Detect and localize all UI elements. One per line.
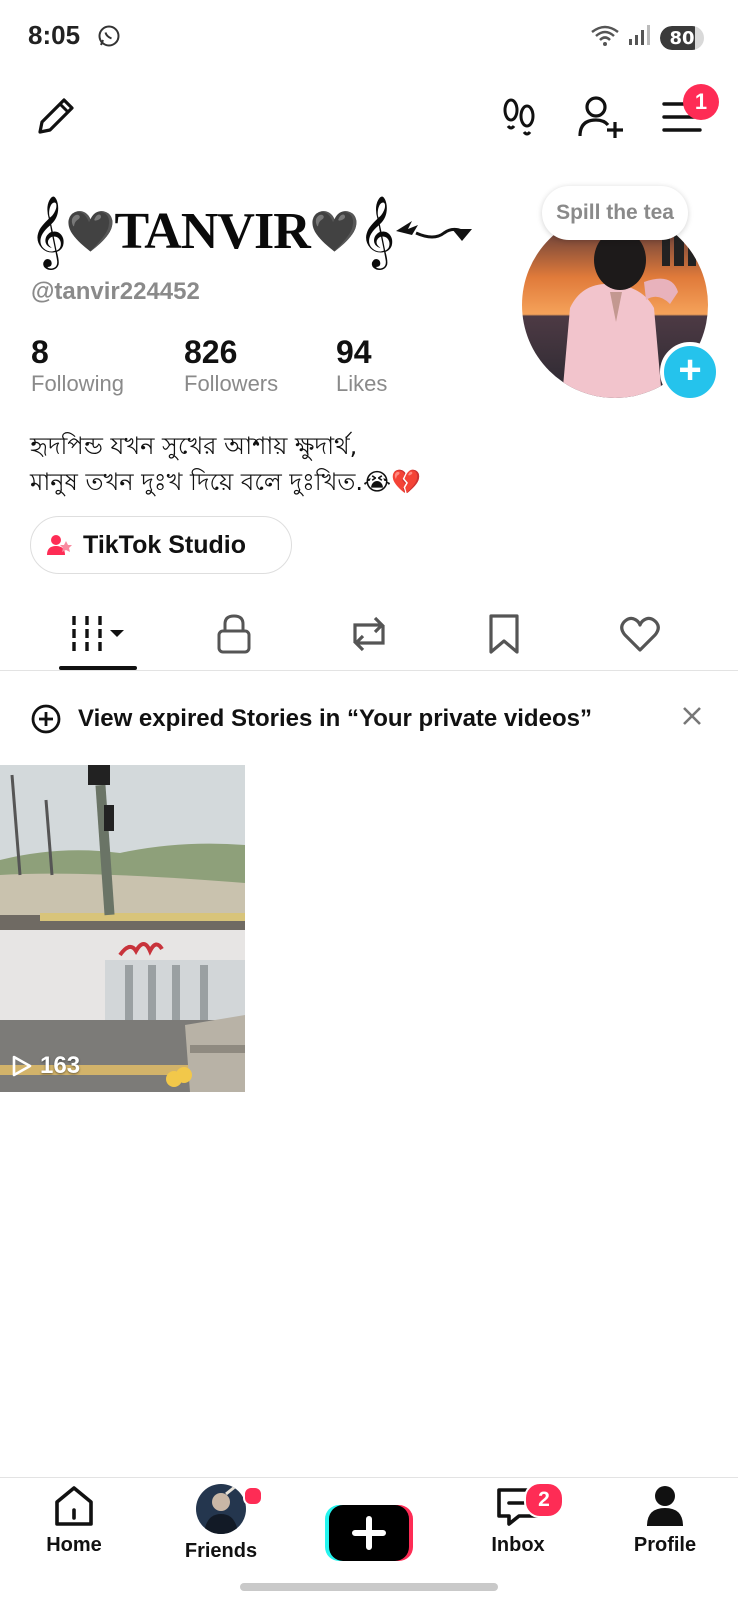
treble-clef-icon: 𝄞	[30, 194, 67, 267]
notice-text: View expired Stories in “Your private vi…	[78, 705, 592, 732]
videos-grid-icon	[72, 616, 124, 652]
black-heart-emoji: 🖤	[65, 208, 116, 255]
menu-notification-badge: 1	[683, 84, 719, 120]
add-user-icon[interactable]	[578, 94, 626, 145]
likes-label: Likes	[336, 371, 388, 396]
battery-level: 80	[669, 28, 695, 49]
nav-profile-label: Profile	[633, 1534, 697, 1556]
username: @tanvir224452	[31, 278, 200, 305]
tab-videos[interactable]	[58, 606, 138, 662]
tab-private[interactable]	[194, 606, 274, 662]
view-count: 163	[12, 1052, 80, 1080]
footprints-icon[interactable]	[500, 96, 540, 141]
note-bubble[interactable]: Spill the tea	[542, 186, 688, 240]
close-icon[interactable]	[682, 706, 702, 731]
heart-icon	[620, 616, 660, 652]
whatsapp-icon	[97, 24, 121, 53]
wifi-icon	[590, 24, 620, 53]
studio-label: TikTok Studio	[83, 530, 246, 559]
stat-likes[interactable]: 94 Likes	[336, 334, 387, 397]
create-button[interactable]	[325, 1505, 413, 1561]
account-switch-caret-icon[interactable]	[452, 228, 472, 246]
bio-line: হৃদপিন্ড যখন সুখের আশায় ক্ষুদার্থ,	[30, 432, 358, 460]
tab-liked[interactable]	[600, 606, 680, 662]
home-icon	[55, 1486, 93, 1526]
status-time: 8:05	[28, 20, 81, 50]
following-label: Following	[31, 371, 124, 396]
nav-friends-label: Friends	[184, 1540, 258, 1562]
plus-icon	[325, 1505, 413, 1561]
studio-icon	[47, 535, 72, 555]
profile-icon	[647, 1486, 683, 1526]
followers-label: Followers	[184, 371, 279, 396]
black-heart-emoji: 🖤	[309, 208, 360, 255]
inbox-badge: 2	[524, 1482, 564, 1518]
nav-profile[interactable]: Profile	[605, 1484, 725, 1557]
nav-inbox-label: Inbox	[491, 1534, 545, 1556]
display-name: 𝄞 🖤 TANVIR 🖤 𝄞	[30, 192, 464, 270]
expired-stories-notice[interactable]: View expired Stories in “Your private vi…	[30, 700, 710, 738]
stat-followers[interactable]: 826 Followers	[184, 334, 278, 397]
pencil-icon[interactable]	[32, 94, 78, 145]
bookmark-icon	[489, 614, 519, 654]
video-thumbnail[interactable]	[0, 765, 245, 1092]
lock-icon	[217, 614, 251, 654]
treble-clef-icon: 𝄞	[358, 194, 396, 267]
repost-icon	[353, 616, 385, 652]
nav-friends[interactable]: Friends	[161, 1484, 281, 1563]
friends-notification-dot	[243, 1486, 263, 1506]
tabs-divider	[0, 670, 738, 671]
bio: হৃদপিন্ড যখন সুখের আশায় ক্ষুদার্থ, মানু…	[30, 428, 421, 500]
story-plus-icon	[31, 704, 61, 734]
display-name-text: TANVIR	[114, 202, 310, 260]
tiktok-studio-button[interactable]: TikTok Studio	[30, 516, 292, 574]
bio-line: মানুষ তখন দুঃখ দিয়ে বলে দুঃখিত.😭💔	[30, 468, 421, 496]
likes-count: 94	[336, 334, 372, 370]
friends-avatar	[196, 1484, 246, 1534]
battery-indicator: 80	[660, 26, 704, 50]
nav-home[interactable]: Home	[14, 1484, 134, 1557]
tab-favorites[interactable]	[464, 606, 544, 662]
following-count: 8	[31, 334, 49, 370]
view-count-text: 163	[40, 1052, 81, 1079]
bottom-nav-divider	[0, 1477, 738, 1478]
play-icon	[12, 1055, 32, 1077]
followers-count: 826	[184, 334, 238, 370]
home-indicator[interactable]	[240, 1583, 498, 1591]
tab-reposts[interactable]	[329, 606, 409, 662]
stat-following[interactable]: 8 Following	[31, 334, 124, 397]
signal-icon	[628, 24, 652, 51]
add-story-button[interactable]: +	[660, 342, 720, 402]
nav-home-label: Home	[46, 1534, 102, 1556]
